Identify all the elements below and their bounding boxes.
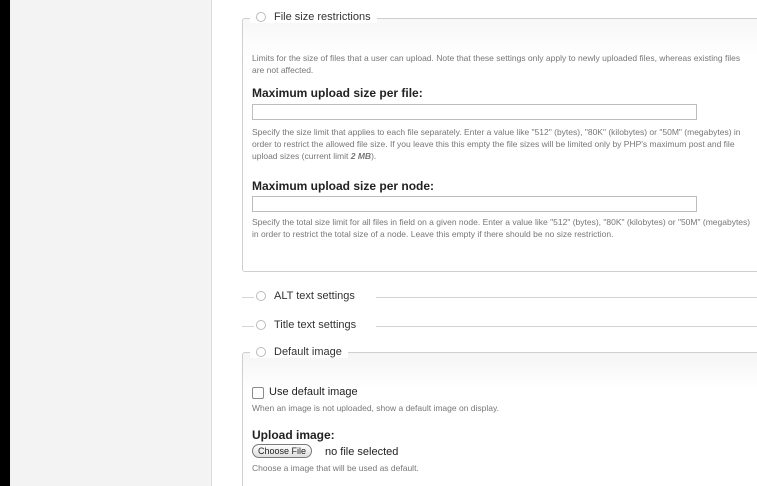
collapse-icon (256, 347, 266, 357)
default-image-legend-text: Default image (274, 346, 342, 358)
file-size-legend[interactable]: File size restrictions (250, 11, 377, 23)
default-image-legend[interactable]: Default image (250, 346, 348, 358)
per-file-label: Maximum upload size per file: (252, 86, 423, 100)
expand-icon (256, 320, 266, 330)
alt-rule-left (242, 297, 254, 298)
per-file-help-text: Specify the size limit that applies to e… (252, 127, 741, 161)
per-file-limit: 2 MB (350, 151, 372, 161)
alt-text-legend[interactable]: ALT text settings (256, 290, 355, 302)
upload-help: Choose a image that will be used as defa… (252, 463, 419, 473)
file-size-description: Limits for the size of files that a user… (252, 53, 741, 75)
alt-text-legend-text: ALT text settings (274, 290, 355, 302)
use-default-checkbox[interactable] (252, 387, 264, 399)
per-file-input[interactable] (252, 104, 697, 120)
file-size-legend-text: File size restrictions (274, 11, 371, 23)
expand-icon (256, 291, 266, 301)
no-file-selected-text: no file selected (325, 446, 399, 458)
use-default-help: When an image is not uploaded, show a de… (252, 403, 499, 413)
alt-rule-right (376, 297, 757, 298)
per-node-input[interactable] (252, 196, 697, 212)
per-file-help-end: ). (371, 151, 377, 161)
title-text-legend[interactable]: Title text settings (256, 319, 356, 331)
per-file-help: Specify the size limit that applies to e… (252, 126, 757, 162)
per-node-label: Maximum upload size per node: (252, 179, 435, 193)
title-rule-right (376, 326, 757, 327)
page-frame: File size restrictions Limits for the si… (10, 0, 757, 486)
left-sidebar (10, 0, 212, 486)
main-content: File size restrictions Limits for the si… (224, 0, 757, 486)
collapse-icon (256, 12, 266, 22)
upload-image-label: Upload image: (252, 428, 335, 442)
title-rule-left (242, 326, 254, 327)
per-node-help: Specify the total size limit for all fil… (252, 217, 751, 239)
use-default-label[interactable]: Use default image (269, 386, 358, 398)
title-text-legend-text: Title text settings (274, 319, 357, 331)
choose-file-button[interactable]: Choose File (252, 444, 313, 458)
